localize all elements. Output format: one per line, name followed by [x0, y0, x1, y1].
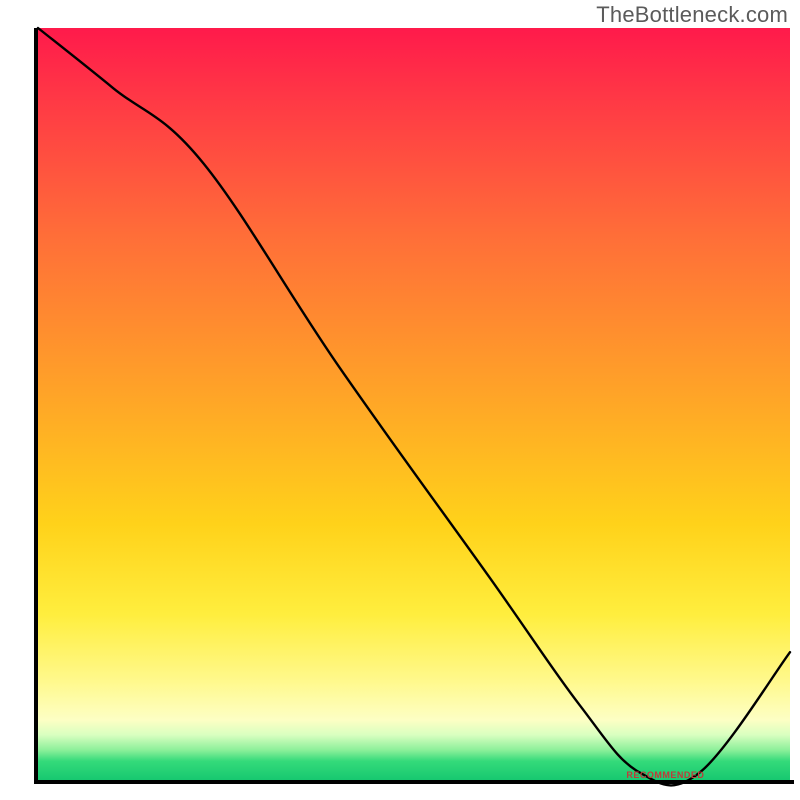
recommended-label: RECOMMENDED: [626, 770, 704, 780]
bottleneck-curve: [38, 28, 790, 780]
curve-path: [38, 28, 790, 785]
chart-container: TheBottleneck.com RECOMMENDED: [0, 0, 800, 800]
watermark-text: TheBottleneck.com: [596, 2, 788, 28]
